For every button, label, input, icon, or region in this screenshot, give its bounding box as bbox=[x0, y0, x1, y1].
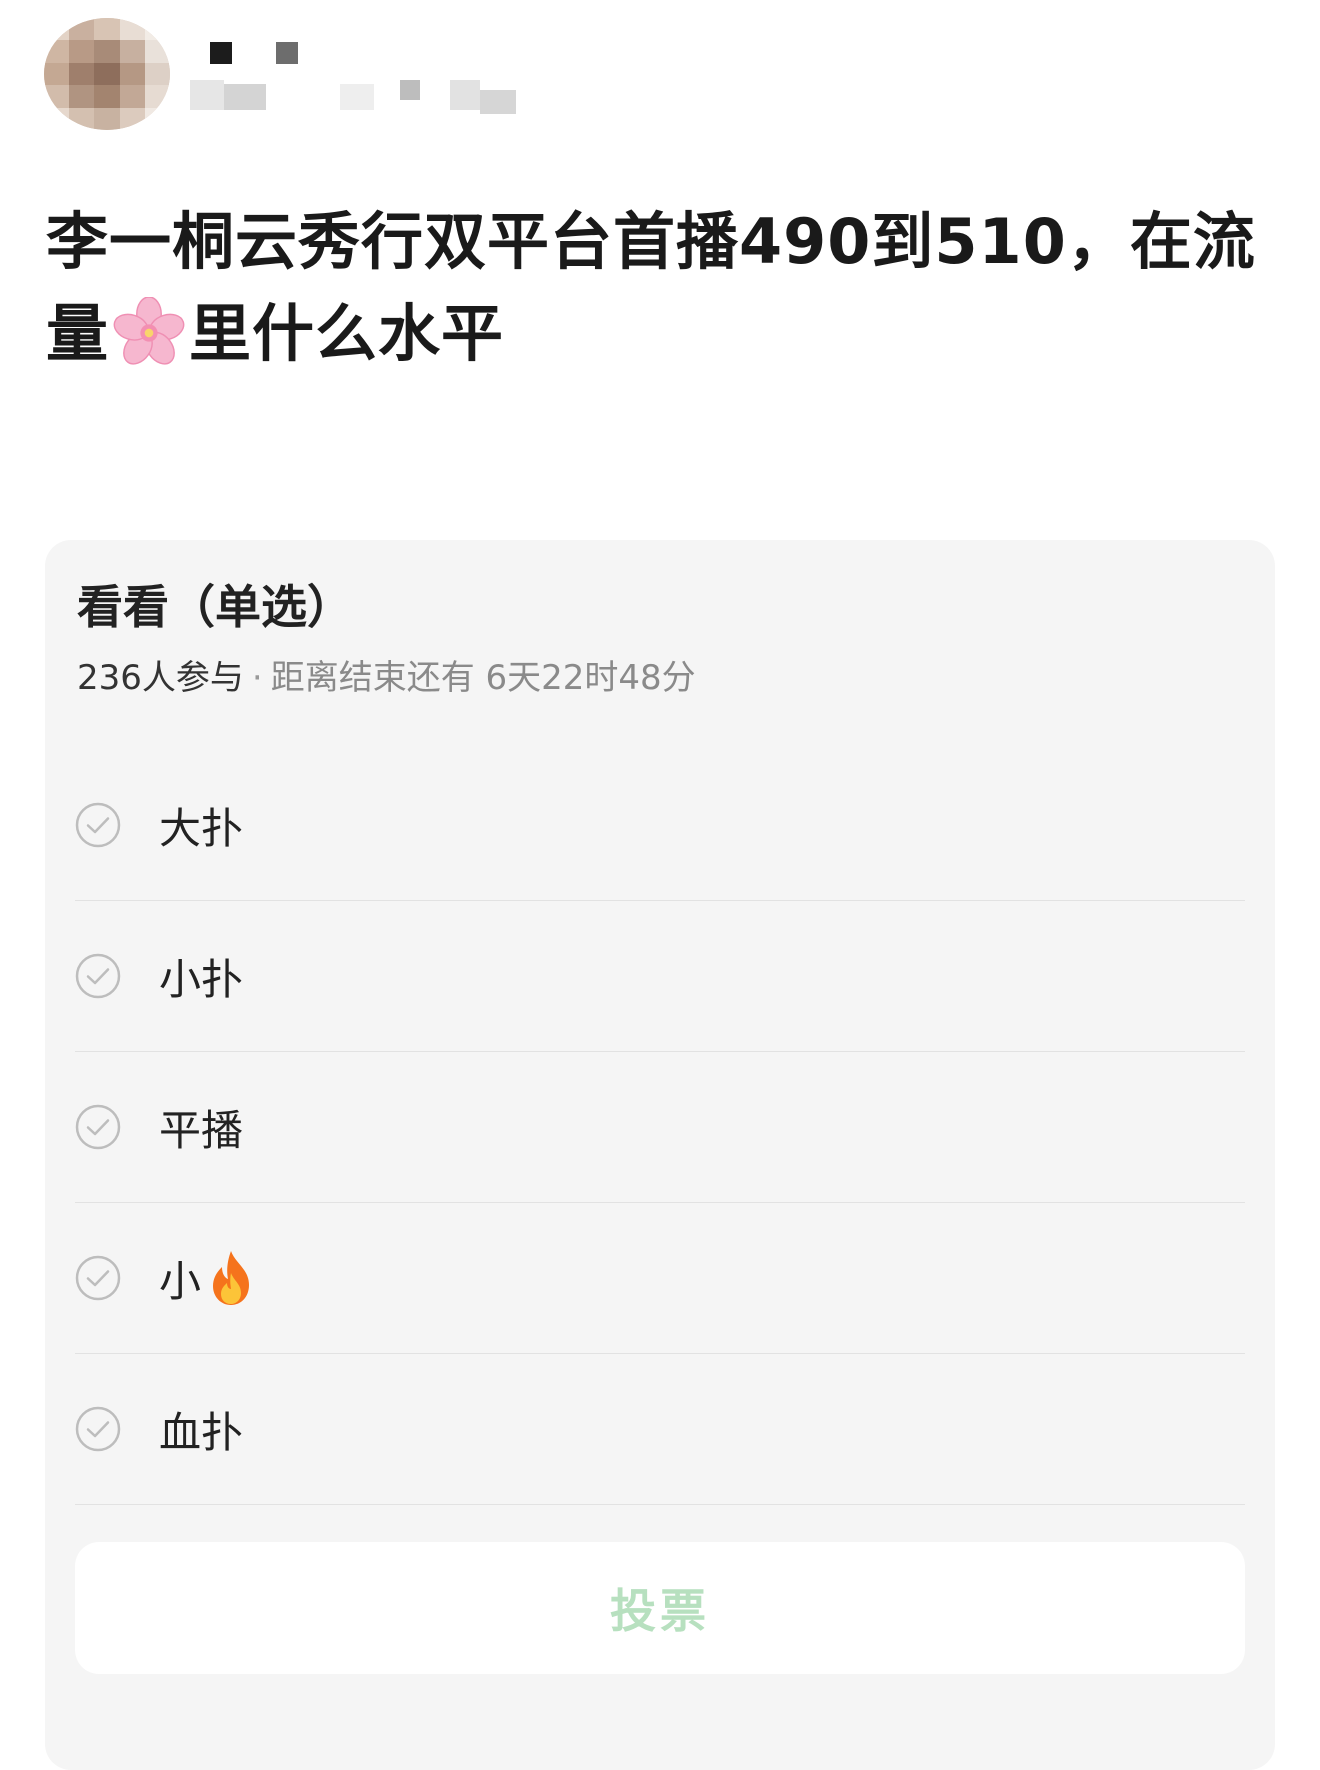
poll-option-label: 平播 bbox=[159, 1105, 244, 1155]
poll-option[interactable]: 血扑 bbox=[75, 1354, 1245, 1505]
poll-title: 看看（单选） bbox=[77, 580, 353, 634]
poll-option[interactable]: 小扑 bbox=[75, 901, 1245, 1052]
check-circle-icon[interactable] bbox=[75, 1104, 121, 1150]
check-circle-icon[interactable] bbox=[75, 1255, 121, 1301]
check-circle-icon[interactable] bbox=[75, 802, 121, 848]
poll-meta: 236人参与 · 距离结束还有 6天22时48分 bbox=[77, 656, 696, 700]
poll-option-label: 大扑 bbox=[159, 803, 244, 853]
cherry-blossom-icon bbox=[113, 297, 185, 365]
poll-options: 大扑 小扑 平播 小 血扑 bbox=[75, 750, 1245, 1505]
poll-option-label: 小扑 bbox=[159, 954, 244, 1004]
time-remaining: 距离结束还有 6天22时48分 bbox=[270, 658, 696, 698]
participant-count: 236人参与 bbox=[77, 658, 244, 698]
poll-option-label-wrap: 小 bbox=[159, 1248, 257, 1309]
post-title-text-end: 里什么水平 bbox=[189, 297, 505, 370]
check-circle-icon[interactable] bbox=[75, 953, 121, 999]
avatar[interactable] bbox=[44, 18, 170, 130]
poll-option-label: 小 bbox=[159, 1256, 202, 1306]
post-title: 李一桐云秀行双平台首播490到510，在流量 里什么水平 bbox=[46, 196, 1278, 380]
check-circle-icon[interactable] bbox=[75, 1406, 121, 1452]
poll-option[interactable]: 平播 bbox=[75, 1052, 1245, 1203]
poll-option[interactable]: 大扑 bbox=[75, 750, 1245, 901]
poll-option-label: 血扑 bbox=[159, 1407, 244, 1457]
username[interactable] bbox=[190, 34, 570, 124]
post-header bbox=[0, 0, 1320, 150]
vote-button[interactable]: 投票 bbox=[75, 1542, 1245, 1674]
poll-option[interactable]: 小 bbox=[75, 1203, 1245, 1354]
fire-icon bbox=[213, 1251, 250, 1305]
meta-separator: · bbox=[251, 658, 263, 698]
poll-card: 看看（单选） 236人参与 · 距离结束还有 6天22时48分 大扑 小扑 平播 小… bbox=[45, 540, 1275, 1770]
